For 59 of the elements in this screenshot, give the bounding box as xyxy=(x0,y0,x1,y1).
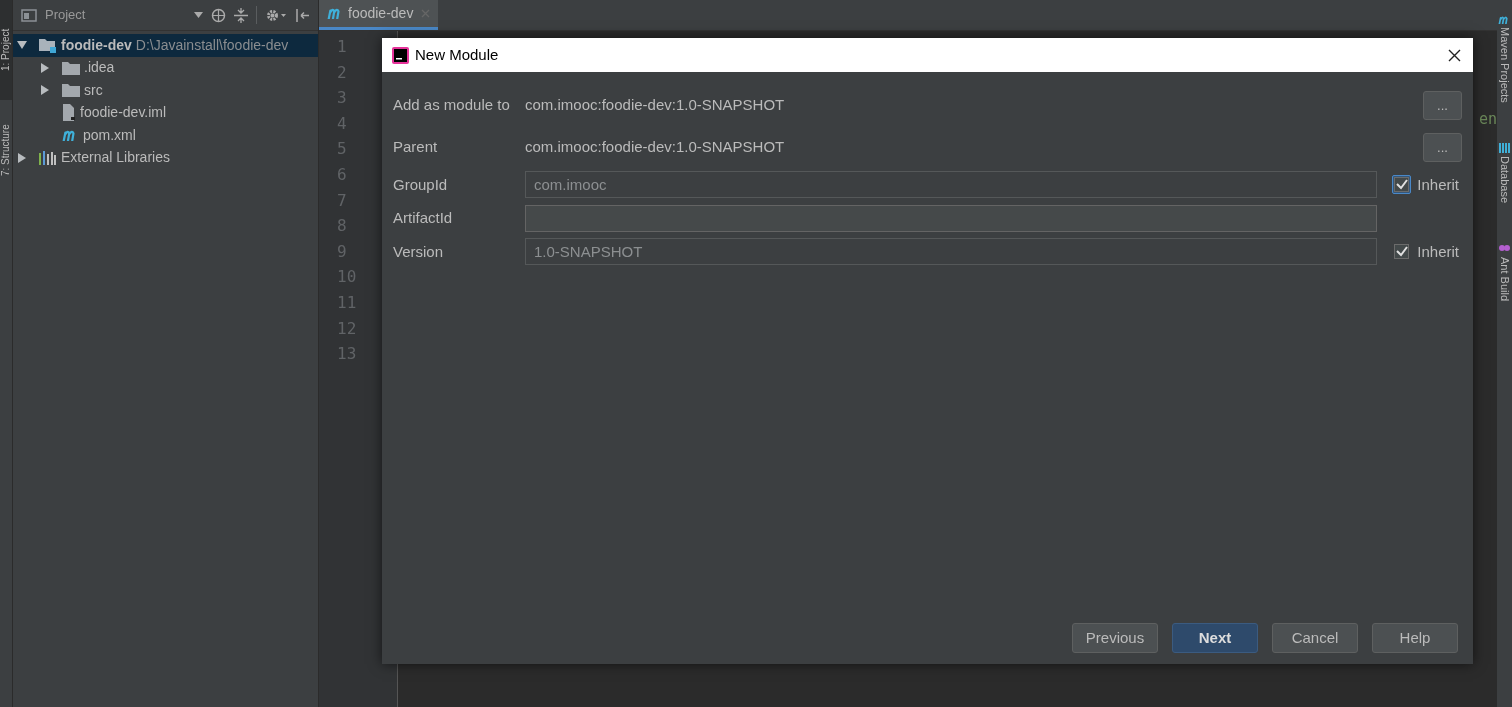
tree-item[interactable]: src xyxy=(13,79,318,102)
item-label: src xyxy=(84,80,103,100)
tool-window-tab[interactable]: 1: Project xyxy=(0,0,12,100)
tab-label: foodie-dev xyxy=(348,4,414,23)
checkbox-label: Inherit xyxy=(1417,174,1459,195)
text-field[interactable] xyxy=(525,204,1377,232)
expanded-arrow-icon[interactable] xyxy=(17,40,27,51)
item-label: External Libraries xyxy=(61,148,170,168)
dialog-button[interactable]: Cancel xyxy=(1272,623,1358,653)
tree-item[interactable]: foodie-dev D:\Javainstall\foodie-dev xyxy=(13,34,318,57)
library-icon xyxy=(39,150,57,165)
collapse-icon[interactable] xyxy=(234,7,248,23)
field-label: Add as module to xyxy=(393,94,511,115)
tool-window-label: Database xyxy=(1498,156,1511,204)
settings-icon[interactable] xyxy=(265,7,287,23)
hide-panel-icon[interactable] xyxy=(295,7,310,23)
target-icon[interactable] xyxy=(211,7,226,23)
field-label: GroupId xyxy=(393,174,449,195)
field-label: ArtifactId xyxy=(393,208,454,228)
value-text: com.imooc:foodie-dev:1.0-SNAPSHOT xyxy=(525,94,786,115)
tool-window-tab[interactable]: 7: Structure xyxy=(0,100,12,200)
value-text: com.imooc:foodie-dev:1.0-SNAPSHOT xyxy=(525,136,786,157)
panel-icon xyxy=(21,8,37,22)
browse-button[interactable]: ... xyxy=(1423,90,1462,120)
folder-icon xyxy=(62,60,80,75)
file-icon xyxy=(62,104,76,122)
tool-window-label: Ant Build xyxy=(1498,257,1511,302)
dialog-button[interactable]: Previous xyxy=(1072,623,1158,653)
tree-item[interactable]: pom.xml xyxy=(13,124,318,147)
code-text: en xyxy=(1478,109,1497,130)
collapsed-arrow-icon[interactable] xyxy=(40,62,50,73)
dropdown-caret-icon[interactable] xyxy=(194,12,203,18)
item-label: pom.xml xyxy=(83,125,136,145)
maven-icon xyxy=(1498,16,1511,25)
collapsed-arrow-icon[interactable] xyxy=(17,152,27,163)
dialog-title: New Module xyxy=(415,44,499,65)
tree-item[interactable]: foodie-dev.iml xyxy=(13,101,318,124)
dialog-button[interactable]: Next xyxy=(1172,623,1258,653)
item-path: D:\Javainstall\foodie-dev xyxy=(135,35,289,55)
folder-icon xyxy=(62,83,80,98)
editor-tab[interactable]: foodie-dev xyxy=(319,0,439,30)
tree-item[interactable]: .idea xyxy=(13,56,318,79)
browse-button[interactable]: ... xyxy=(1423,132,1462,162)
checkbox-label: Inherit xyxy=(1417,241,1459,262)
collapsed-arrow-icon[interactable] xyxy=(40,85,50,96)
item-label: foodie-dev.iml xyxy=(80,103,167,123)
tool-window-tab[interactable]: Ant Build xyxy=(1498,243,1511,302)
app-logo-icon xyxy=(392,46,409,64)
item-label: foodie-dev xyxy=(61,35,132,55)
close-icon[interactable] xyxy=(1448,48,1461,62)
panel-title: Project xyxy=(45,6,86,25)
module-folder-icon xyxy=(39,37,57,54)
item-label: .idea xyxy=(84,58,115,78)
database-icon xyxy=(1499,143,1510,154)
dialog-button[interactable]: Help xyxy=(1372,623,1458,653)
tool-window-tab[interactable]: Database xyxy=(1498,143,1511,204)
tree-item[interactable]: External Libraries xyxy=(13,146,318,169)
field-label: Version xyxy=(393,241,445,262)
field-label: Parent xyxy=(393,136,439,157)
